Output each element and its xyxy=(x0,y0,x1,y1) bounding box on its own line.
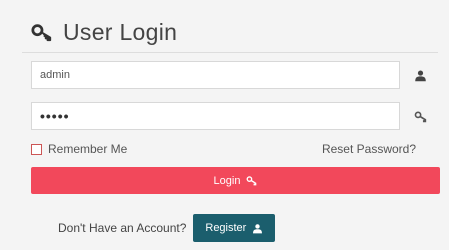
signup-row: Don't Have an Account? Register xyxy=(58,213,276,243)
key-icon xyxy=(31,24,52,42)
register-label: Register xyxy=(205,222,247,234)
password-row xyxy=(31,102,440,130)
signup-prompt: Don't Have an Account? xyxy=(58,221,187,235)
login-button[interactable]: Login xyxy=(31,167,440,194)
password-input[interactable] xyxy=(31,102,400,130)
remember-label: Remember Me xyxy=(48,142,128,156)
login-title: User Login xyxy=(31,14,177,50)
login-panel: User Login Remember Me Reset Password? L… xyxy=(0,0,449,250)
login-label: Login xyxy=(213,174,241,187)
username-input[interactable] xyxy=(31,61,400,89)
register-button[interactable]: Register xyxy=(193,214,276,242)
divider xyxy=(22,52,438,53)
user-icon xyxy=(253,223,263,233)
key-icon xyxy=(414,110,426,122)
username-addon xyxy=(400,61,440,89)
username-row xyxy=(31,61,440,89)
reset-password-link[interactable]: Reset Password? xyxy=(322,140,416,158)
user-icon xyxy=(414,69,426,81)
page-title: User Login xyxy=(63,18,178,45)
remember-checkbox[interactable] xyxy=(31,143,42,155)
key-icon xyxy=(247,176,257,186)
remember-me[interactable]: Remember Me xyxy=(31,140,127,158)
password-addon xyxy=(400,102,440,130)
